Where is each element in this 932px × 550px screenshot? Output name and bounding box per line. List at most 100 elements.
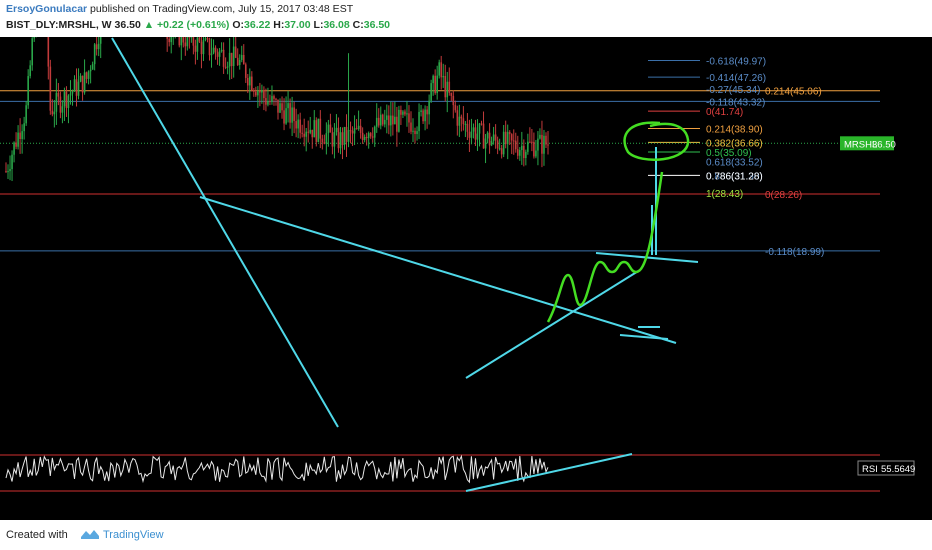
candle-body	[218, 51, 221, 57]
candle-body	[410, 122, 412, 132]
candle-body	[9, 169, 11, 172]
candle-body	[277, 99, 279, 113]
footer: Created with TradingView	[0, 520, 932, 550]
candle-body	[357, 125, 360, 130]
candle-body	[65, 91, 68, 108]
author-link[interactable]: ErsoyGonulacar	[6, 3, 87, 15]
candle-body	[307, 131, 310, 133]
candle-body	[263, 90, 265, 99]
candle-body	[464, 123, 467, 125]
candle-body	[335, 127, 338, 133]
candle-body	[418, 111, 420, 132]
candle-body	[460, 116, 463, 119]
low-label: L:	[313, 19, 324, 31]
open-value: 36.22	[244, 19, 271, 31]
publish-line: ErsoyGonulacar published on TradingView.…	[6, 3, 353, 15]
candle-body	[13, 142, 15, 155]
candle-body	[383, 119, 386, 125]
rsi-tag-value: 55.5649	[881, 464, 915, 475]
candle-body	[99, 37, 102, 44]
candle-body	[224, 66, 227, 68]
candle-body	[210, 53, 213, 56]
symbol-label: BIST_DLY:MRSHL, W	[6, 19, 112, 31]
candle-body	[394, 116, 396, 125]
low-value: 36.08	[323, 19, 350, 31]
candle-body	[537, 138, 539, 151]
candle-body	[414, 130, 416, 135]
candle-body	[527, 141, 529, 152]
published-text: published on TradingView.com, July 15, 2…	[90, 3, 354, 15]
candle-body	[341, 132, 344, 145]
candle-body	[456, 110, 459, 126]
candle-body	[216, 52, 219, 57]
candle-body	[315, 120, 318, 142]
candle-body	[470, 131, 473, 138]
candle-body	[291, 107, 293, 123]
candle-body	[230, 52, 233, 67]
candle-body	[301, 132, 303, 134]
candle-body	[329, 124, 332, 133]
candle-body	[234, 46, 237, 58]
candle-body	[492, 134, 495, 141]
candle-body	[248, 76, 251, 86]
candle-body	[438, 62, 440, 76]
candle-body	[488, 132, 491, 146]
candle-body	[500, 148, 503, 155]
candle-body	[97, 43, 100, 50]
candle-body	[190, 37, 193, 38]
candle-body	[516, 149, 519, 156]
created-with-label: Created with	[6, 529, 68, 541]
candle-body	[69, 93, 72, 96]
fib-label: -0.27(45.34)	[706, 85, 760, 96]
fib-label: -0.118(18.99)	[765, 247, 824, 258]
candle-body	[15, 142, 17, 147]
candle-body	[238, 59, 241, 66]
candle-body	[506, 131, 509, 145]
fib-label: 0.618(33.52)	[706, 158, 763, 169]
candle-body	[57, 92, 60, 97]
candle-body	[47, 37, 50, 67]
price-chart[interactable]: 0.707(83.78)-2.618(76.79)0.618(76.79)-2.…	[0, 37, 932, 520]
candle-body	[402, 111, 404, 115]
price-change: +0.22 (+0.61%)	[157, 19, 230, 31]
candle-body	[228, 52, 231, 67]
candle-body	[525, 151, 527, 159]
candle-body	[386, 115, 388, 120]
candle-body	[547, 144, 549, 146]
candle-body	[67, 95, 70, 108]
candle-body	[543, 135, 545, 154]
candle-body	[482, 123, 485, 149]
candle-body	[212, 47, 215, 54]
candle-body	[180, 37, 183, 46]
candle-body	[371, 136, 374, 138]
tradingview-logo-icon	[81, 530, 99, 539]
candle-body	[236, 57, 239, 66]
candle-body	[462, 118, 465, 125]
candle-body	[363, 136, 366, 141]
candle-body	[359, 125, 362, 133]
candle-body	[333, 132, 336, 147]
candle-body	[539, 134, 541, 139]
candle-body	[265, 98, 267, 105]
candle-body	[273, 96, 275, 99]
candle-body	[375, 117, 378, 127]
candle-body	[23, 123, 25, 132]
candle-body	[369, 133, 372, 137]
rsi-tag-label: RSI	[862, 464, 878, 475]
tradingview-brand[interactable]: TradingView	[103, 529, 164, 541]
candle-body	[75, 79, 78, 96]
open-label: O:	[232, 19, 245, 31]
candle-body	[25, 105, 27, 124]
candle-body	[404, 111, 406, 115]
candle-body	[498, 148, 501, 150]
candle-body	[303, 133, 306, 137]
candle-body	[53, 111, 56, 115]
candle-body	[91, 64, 94, 70]
candle-body	[289, 103, 291, 123]
candle-body	[17, 132, 19, 147]
high-value: 37.00	[284, 19, 311, 31]
candle-body	[33, 37, 36, 39]
candle-body	[373, 126, 376, 138]
candle-body	[226, 66, 229, 68]
candle-body	[381, 114, 384, 125]
